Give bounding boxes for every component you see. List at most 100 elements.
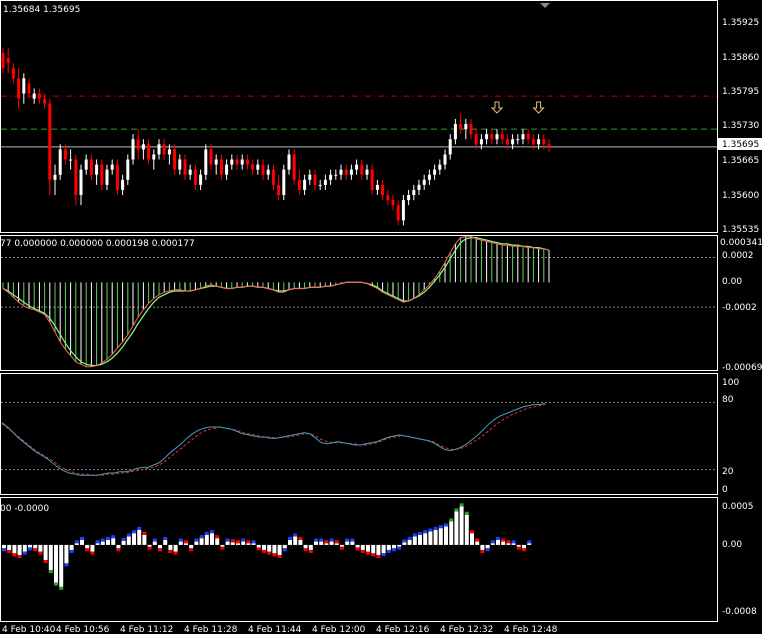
candle-body: [245, 159, 249, 165]
candle-body: [240, 159, 244, 165]
osma-bar-cap: [324, 540, 329, 544]
macd-tick: 0.000341: [720, 238, 762, 248]
osma-bar-cap: [470, 530, 474, 534]
osma-bar: [459, 506, 464, 545]
candle-body: [84, 159, 88, 170]
osma-bar: [225, 541, 230, 545]
osma-bar: [194, 541, 199, 545]
candle-body: [542, 139, 546, 145]
candle-body: [6, 58, 10, 64]
candle-body: [27, 83, 31, 94]
current-price-label: 1.35695: [722, 140, 759, 150]
candle-body: [204, 149, 208, 175]
candle-body: [511, 139, 515, 145]
stoch-tick: 100: [722, 378, 739, 388]
osma-bar-cap: [28, 547, 32, 551]
candle-body: [495, 134, 499, 140]
osma-bar-cap: [308, 549, 313, 553]
macd-panel-frame: [0, 235, 718, 371]
osma-bar: [17, 544, 22, 555]
osma-bar-cap: [48, 570, 53, 574]
osma-bar-cap: [80, 536, 84, 540]
osma-bar-cap: [293, 533, 298, 537]
candle-body: [443, 154, 447, 165]
candle-body: [438, 164, 442, 170]
osma-bar-cap: [17, 554, 22, 558]
osma-bar-cap: [2, 548, 6, 552]
osma-bar: [496, 539, 500, 545]
osma-bar-cap: [522, 548, 526, 552]
macd-y-axis: 0.000341 0.0002 0.00 -0.0002 -0.00069: [720, 238, 762, 373]
candle-body: [537, 139, 541, 145]
osma-bar: [210, 533, 214, 545]
osma-bar: [12, 544, 17, 554]
osma-bar: [298, 539, 303, 545]
candle-body: [74, 159, 78, 196]
candle-body: [422, 179, 426, 185]
candle-body: [271, 169, 275, 185]
macd-signal-line: [2, 237, 550, 367]
osma-bar: [475, 541, 480, 545]
macd-header: 77 0.000000 0.000000 0.000198 0.000177: [0, 239, 195, 249]
candle-body: [225, 164, 229, 175]
osma-bar-cap: [225, 538, 230, 542]
osma-bar-cap: [106, 536, 110, 540]
osma-bar: [293, 536, 298, 545]
candle-body: [469, 124, 473, 135]
down-arrow-icon: [490, 101, 504, 114]
candle-body: [266, 169, 270, 175]
osma-bar-cap: [459, 503, 464, 507]
chart-shift-marker[interactable]: [540, 3, 550, 8]
osma-bar: [7, 544, 12, 550]
osma-bar-cap: [137, 526, 142, 530]
candle-body: [256, 164, 260, 170]
trading-chart[interactable]: 1.35684 1.35695 77 0.000000 0.000000 0.0…: [0, 0, 762, 634]
candle-body: [115, 164, 119, 190]
osma-bar: [111, 538, 116, 545]
osma-bar: [69, 544, 74, 550]
candle-body: [318, 184, 322, 186]
osma-bar: [64, 544, 69, 564]
osma-bar: [527, 543, 532, 545]
candle-body: [100, 164, 104, 185]
osma-bar: [95, 543, 100, 545]
osma-bar-cap: [184, 540, 188, 544]
candle-body: [136, 139, 140, 150]
candle-body: [89, 159, 93, 175]
osma-bar: [142, 534, 147, 545]
candle-body: [193, 169, 197, 185]
osma-bar-cap: [111, 535, 116, 539]
osma-bar: [418, 534, 422, 545]
osma-bar-cap: [485, 548, 490, 552]
candle-body: [370, 169, 374, 190]
time-tick: 4 Feb 12:48: [504, 625, 558, 634]
osma-bar-cap: [334, 540, 339, 544]
osma-bar-cap: [95, 540, 100, 544]
osma-bar: [324, 543, 329, 545]
osma-bar: [345, 541, 350, 545]
osma-bar-cap: [204, 531, 209, 535]
osma-bar-cap: [282, 548, 287, 552]
candle-body: [63, 149, 67, 160]
stoch-tick: 80: [722, 395, 734, 405]
macd-tick: 0.0002: [722, 251, 754, 261]
osma-y-axis: 0.0005 0.00 -0.0008: [722, 502, 757, 617]
candle-body: [183, 159, 187, 175]
osma-bar: [199, 538, 204, 545]
osma-bar: [402, 542, 407, 545]
osma-bar-cap: [329, 538, 334, 542]
osma-bar-cap: [142, 531, 147, 535]
candle-body: [69, 159, 73, 161]
candle-body: [349, 169, 353, 175]
osma-bar: [158, 544, 162, 549]
osma-bar: [412, 536, 417, 545]
candle-body: [381, 184, 385, 196]
price-y-axis: 1.35925 1.35860 1.35795 1.35730 1.35665 …: [722, 18, 759, 235]
candle-body: [141, 144, 145, 150]
candle-body: [178, 159, 182, 170]
osma-bar-cap: [371, 553, 376, 557]
osma-bar: [334, 543, 339, 545]
osma-bar-cap: [85, 548, 90, 552]
osma-bar-cap: [38, 551, 43, 555]
osma-bar: [147, 544, 152, 547]
